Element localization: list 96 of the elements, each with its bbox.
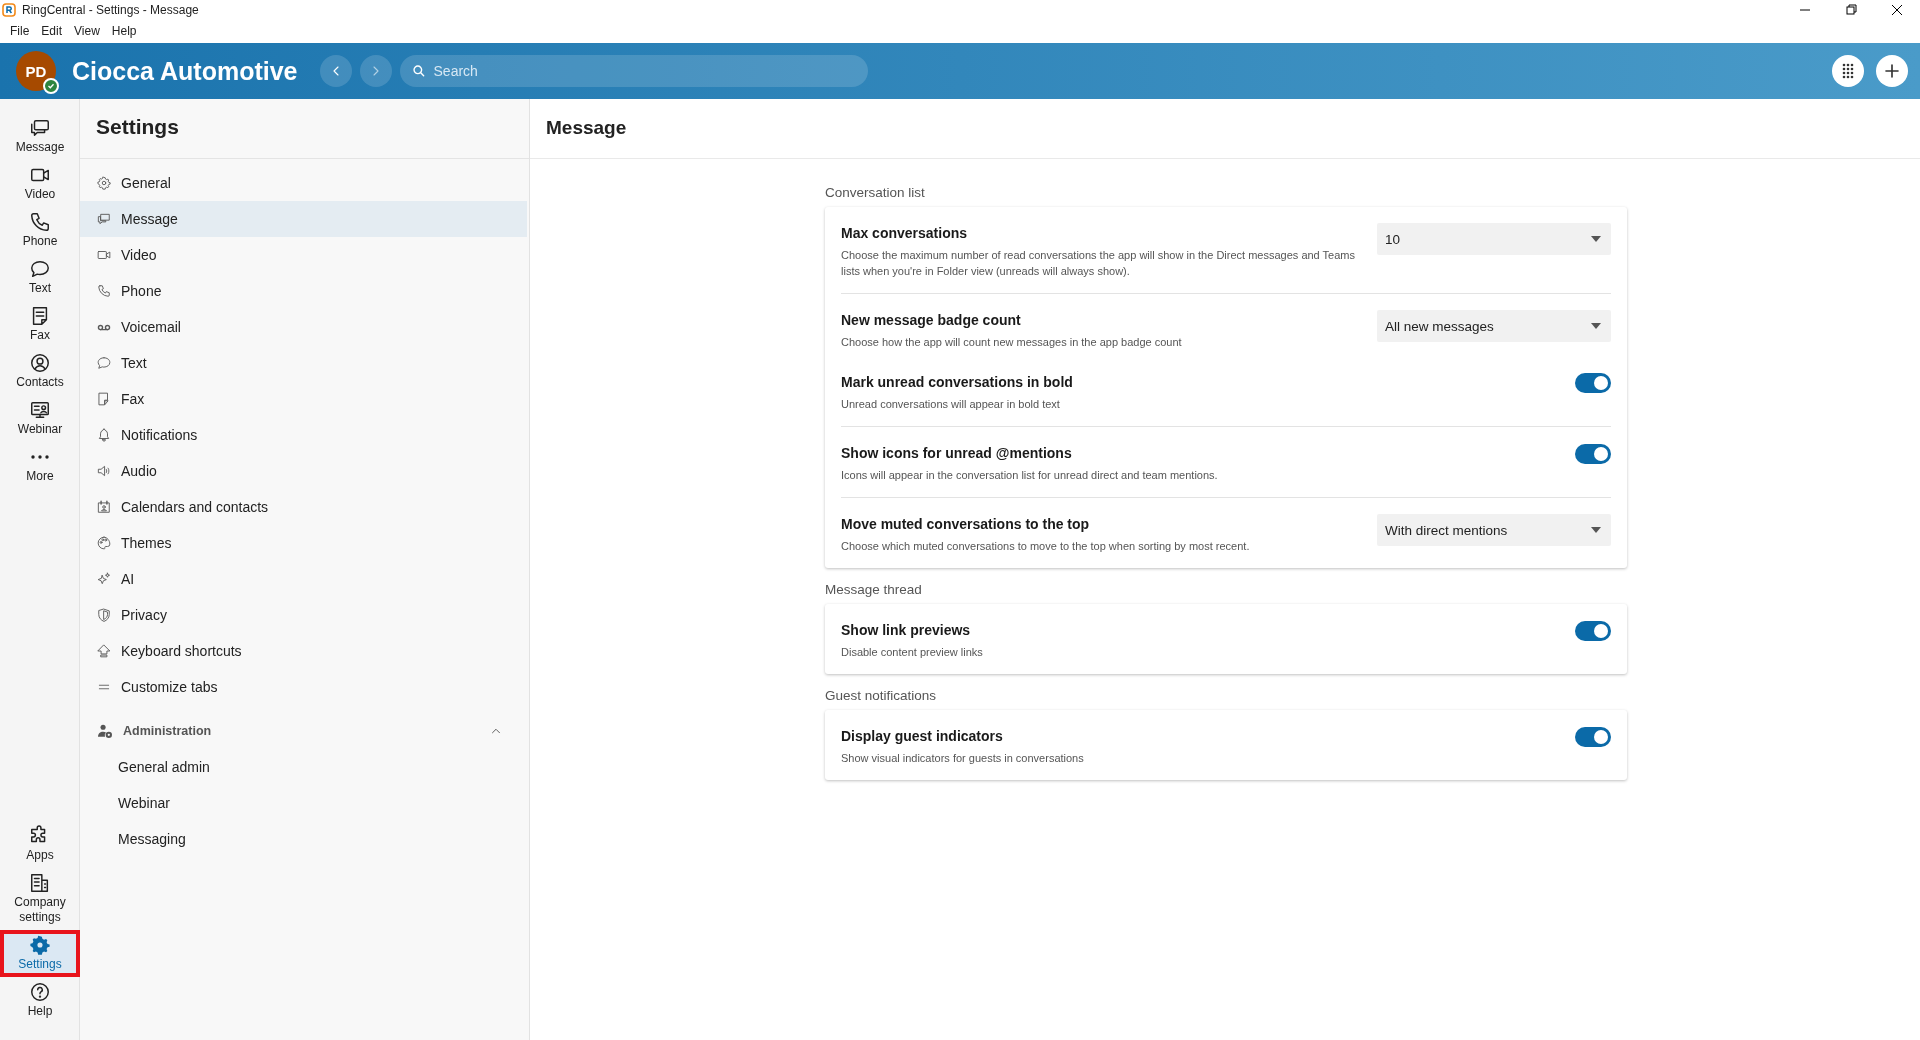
settings-nav-item[interactable]: General <box>80 165 527 201</box>
video-camera-icon <box>97 248 111 262</box>
rail-item[interactable]: Contacts <box>0 348 80 395</box>
settings-nav-item[interactable]: Customize tabs <box>80 669 527 705</box>
settings-nav-item[interactable]: Video <box>80 237 527 273</box>
setting-description: Unread conversations will appear in bold text <box>841 397 1061 412</box>
dialpad-button[interactable] <box>1832 55 1864 87</box>
section-title: Message thread <box>825 582 923 597</box>
settings-nav-item[interactable]: Keyboard shortcuts <box>80 633 527 669</box>
rail-item[interactable]: Webinar <box>0 395 80 442</box>
person-gear-icon <box>97 724 113 738</box>
menu-item[interactable]: Help <box>105 24 143 38</box>
settings-icon <box>29 934 51 956</box>
settings-nav-item[interactable]: Privacy <box>80 597 527 633</box>
setting-title: Display guest indicators <box>841 728 1004 744</box>
menu-item[interactable]: View <box>68 24 106 38</box>
caret-icon <box>1591 527 1601 533</box>
settings-nav-item[interactable]: Calendars and contacts <box>80 489 527 525</box>
settings-nav-item[interactable]: Message <box>80 201 527 237</box>
dropdown[interactable]: All new messages <box>1377 310 1611 342</box>
settings-nav-item[interactable]: Text <box>80 345 527 381</box>
setting-description: Icons will appear in the conversation list for unread direct and team mentions. <box>841 468 1219 483</box>
phone-icon <box>97 284 111 298</box>
settings-title: Settings <box>80 99 529 159</box>
dropdown[interactable]: With direct mentions <box>1377 514 1611 546</box>
settings-nav-item[interactable]: Fax <box>80 381 527 417</box>
rail-item[interactable]: Company settings <box>0 868 80 930</box>
more-icon <box>31 455 49 459</box>
setting-title: Show icons for unread @mentions <box>841 445 1073 461</box>
settings-nav-item[interactable]: Messaging <box>118 821 527 857</box>
setting-description: Choose how the app will count new messages in the app badge count <box>841 335 1183 350</box>
settings-nav-item[interactable]: Voicemail <box>80 309 527 345</box>
rail-item[interactable]: Apps <box>0 821 80 868</box>
person-circle-icon <box>29 352 51 374</box>
settings-nav-item[interactable]: Themes <box>80 525 527 561</box>
arrow-up-icon <box>97 644 111 658</box>
chat-bubbles-icon <box>29 117 51 139</box>
setting-description: Choose which muted conversations to move to the top when sorting by most recent. <box>841 539 1251 554</box>
setting-title: Mark unread conversations in bold <box>841 374 1074 390</box>
administration-header[interactable]: Administration <box>80 713 529 749</box>
section-title: Conversation list <box>825 185 926 200</box>
presence-icon <box>43 78 59 94</box>
window-title: RingCentral - Settings - Message <box>22 3 199 17</box>
rail-item[interactable]: Settings <box>0 930 80 977</box>
calendar-icon <box>97 500 111 514</box>
toggle-switch[interactable] <box>1575 621 1611 641</box>
search-icon <box>411 64 426 78</box>
add-button[interactable] <box>1876 55 1908 87</box>
setting-description: Choose the maximum number of read conversations the app will show in the Direct messages and Teams lists when you're in Folder view (unreads will always show). <box>841 248 1356 279</box>
menu-item[interactable]: Edit <box>35 24 69 38</box>
setting-title: Max conversations <box>841 225 969 241</box>
setting-description: Disable content preview links <box>841 645 984 660</box>
settings-nav-item[interactable]: Webinar <box>118 785 527 821</box>
caret-icon <box>1591 323 1601 329</box>
setting-title: New message badge count <box>841 312 1022 328</box>
chat-bubbles-icon <box>97 212 111 226</box>
presentation-icon <box>29 399 51 421</box>
shield-icon <box>97 608 111 622</box>
section-title: Guest notifications <box>825 688 938 703</box>
rail-item[interactable]: Phone <box>0 207 80 254</box>
speech-bubble-icon <box>29 258 51 280</box>
toggle-switch[interactable] <box>1575 727 1611 747</box>
dialpad-icon <box>1841 63 1855 79</box>
settings-nav-item[interactable]: Phone <box>80 273 527 309</box>
sparkle-icon <box>97 572 111 586</box>
document-icon <box>97 392 111 406</box>
dropdown[interactable]: 10 <box>1377 223 1611 255</box>
menu-item[interactable]: File <box>4 24 36 38</box>
toggle-switch[interactable] <box>1575 444 1611 464</box>
page-title: Message <box>530 99 1920 159</box>
user-avatar[interactable]: PD <box>16 51 56 91</box>
plus-icon <box>1883 62 1901 80</box>
settings-nav-item[interactable]: Notifications <box>80 417 527 453</box>
rail-item[interactable]: Help <box>0 977 80 1024</box>
palette-icon <box>97 536 111 550</box>
setting-title: Move muted conversations to the top <box>841 516 1091 532</box>
settings-nav-item[interactable]: AI <box>80 561 527 597</box>
settings-nav-item[interactable]: General admin <box>118 749 527 785</box>
help-icon <box>29 981 51 1003</box>
settings-nav-item[interactable]: Audio <box>80 453 527 489</box>
gear-icon <box>97 176 111 190</box>
setting-description: Show visual indicators for guests in conversations <box>841 751 1085 766</box>
rail-item[interactable]: Fax <box>0 301 80 348</box>
rail-item[interactable]: Video <box>0 160 80 207</box>
building-icon <box>29 872 51 894</box>
rail-item[interactable]: Text <box>0 254 80 301</box>
speaker-icon <box>97 464 111 478</box>
company-name: Ciocca Automotive <box>72 56 298 86</box>
bell-icon <box>97 428 111 442</box>
setting-title: Show link previews <box>841 622 972 638</box>
rail-item[interactable]: More <box>0 442 80 489</box>
speech-bubble-icon <box>97 356 111 370</box>
caret-icon <box>1591 236 1601 242</box>
phone-icon <box>29 211 51 233</box>
rail-item[interactable]: Message <box>0 113 80 160</box>
toggle-switch[interactable] <box>1575 373 1611 393</box>
